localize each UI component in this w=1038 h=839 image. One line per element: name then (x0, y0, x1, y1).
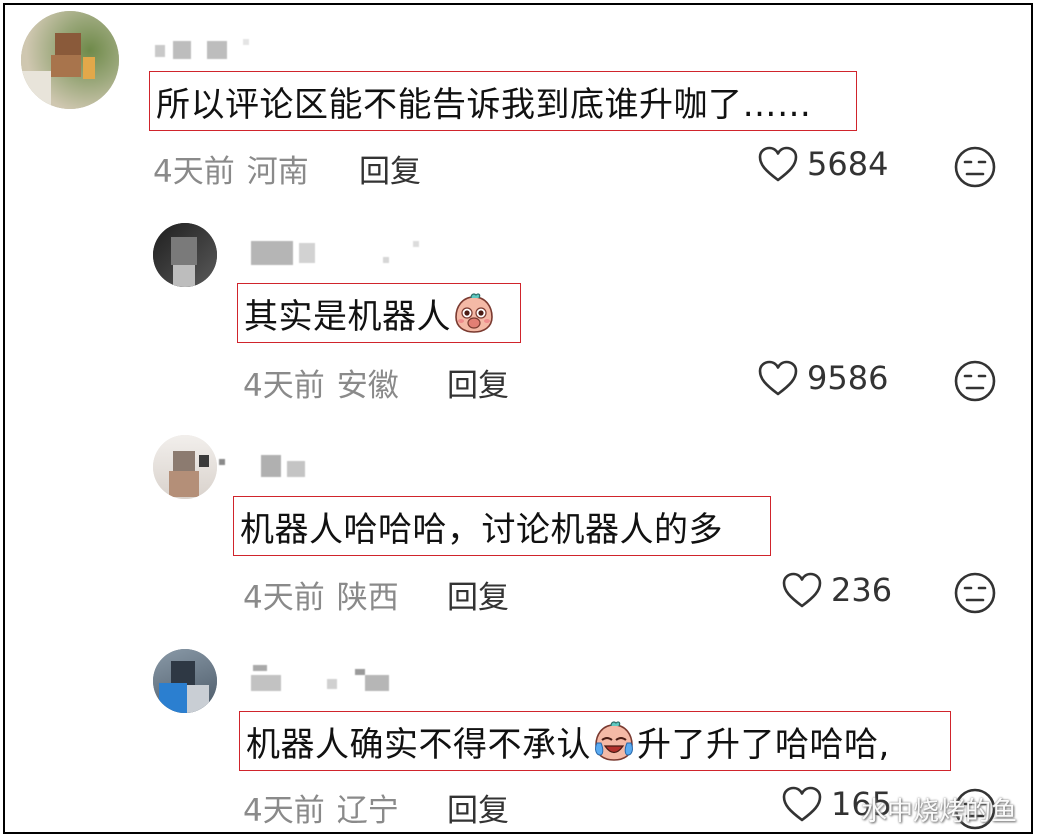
user-avatar[interactable] (153, 649, 217, 713)
watermark: 水中烧烤的鱼 (860, 797, 1017, 827)
comment-meta: 4天前 辽宁 (243, 785, 399, 830)
reply-button[interactable]: 回复 (447, 785, 509, 830)
heart-icon (758, 360, 798, 396)
comment-location: 陕西 (336, 580, 399, 616)
comment-meta: 4天前 陕西 (243, 572, 399, 617)
like-button[interactable]: 5684 (757, 145, 888, 183)
username-blurred[interactable] (247, 665, 397, 691)
comment-time: 4天前 (153, 154, 235, 190)
comment-time: 4天前 (243, 793, 325, 829)
reply-button[interactable]: 回复 (447, 360, 509, 405)
comment-text: 所以评论区能不能告诉我到底谁升咖了…… (149, 71, 857, 131)
comment-meta: 4天前 河南 (153, 146, 309, 191)
username-blurred[interactable] (243, 239, 433, 265)
dislike-face-icon[interactable] (953, 571, 997, 615)
comment-body-start: 机器人确实不得不承认 (246, 724, 591, 765)
heart-icon (758, 146, 798, 182)
user-avatar[interactable] (21, 11, 119, 109)
comment-text: 其实是机器人 (237, 283, 521, 343)
comment-body: 所以评论区能不能告诉我到底谁升咖了…… (156, 84, 812, 125)
like-count: 5684 (807, 145, 889, 183)
comment-text: 机器人哈哈哈，讨论机器人的多 (233, 496, 771, 556)
like-count: 236 (831, 571, 893, 609)
comment-thread: 所以评论区能不能告诉我到底谁升咖了…… 4天前 河南 回复 5684 其实是机器… (3, 3, 1033, 834)
user-avatar[interactable] (153, 435, 217, 499)
comment-location: 辽宁 (336, 793, 399, 829)
comment-location: 河南 (246, 154, 309, 190)
reply-button[interactable]: 回复 (447, 572, 509, 617)
comment-location: 安徽 (336, 368, 399, 404)
comment-time: 4天前 (243, 368, 325, 404)
comment-meta: 4天前 安徽 (243, 360, 399, 405)
comment-body: 机器人哈哈哈，讨论机器人的多 (240, 509, 723, 550)
dislike-face-icon[interactable] (953, 145, 997, 189)
comment-text: 机器人确实不得不承认 升了升了哈哈哈, (239, 711, 951, 771)
like-button[interactable]: 236 (781, 571, 892, 609)
user-avatar[interactable] (153, 223, 217, 287)
crying-laughing-emoji (595, 721, 633, 761)
heart-icon (782, 572, 822, 608)
comment-body-end: 升了升了哈哈哈, (637, 724, 890, 765)
like-count: 9586 (807, 359, 889, 397)
comment-time: 4天前 (243, 580, 325, 616)
reply-button[interactable]: 回复 (359, 146, 421, 191)
username-blurred[interactable] (155, 37, 285, 63)
dislike-face-icon[interactable] (953, 359, 997, 403)
comment-body: 其实是机器人 (244, 296, 451, 337)
username-blurred[interactable] (219, 453, 329, 479)
shy-face-emoji (455, 293, 493, 333)
like-button[interactable]: 9586 (757, 359, 888, 397)
heart-icon (782, 786, 822, 822)
